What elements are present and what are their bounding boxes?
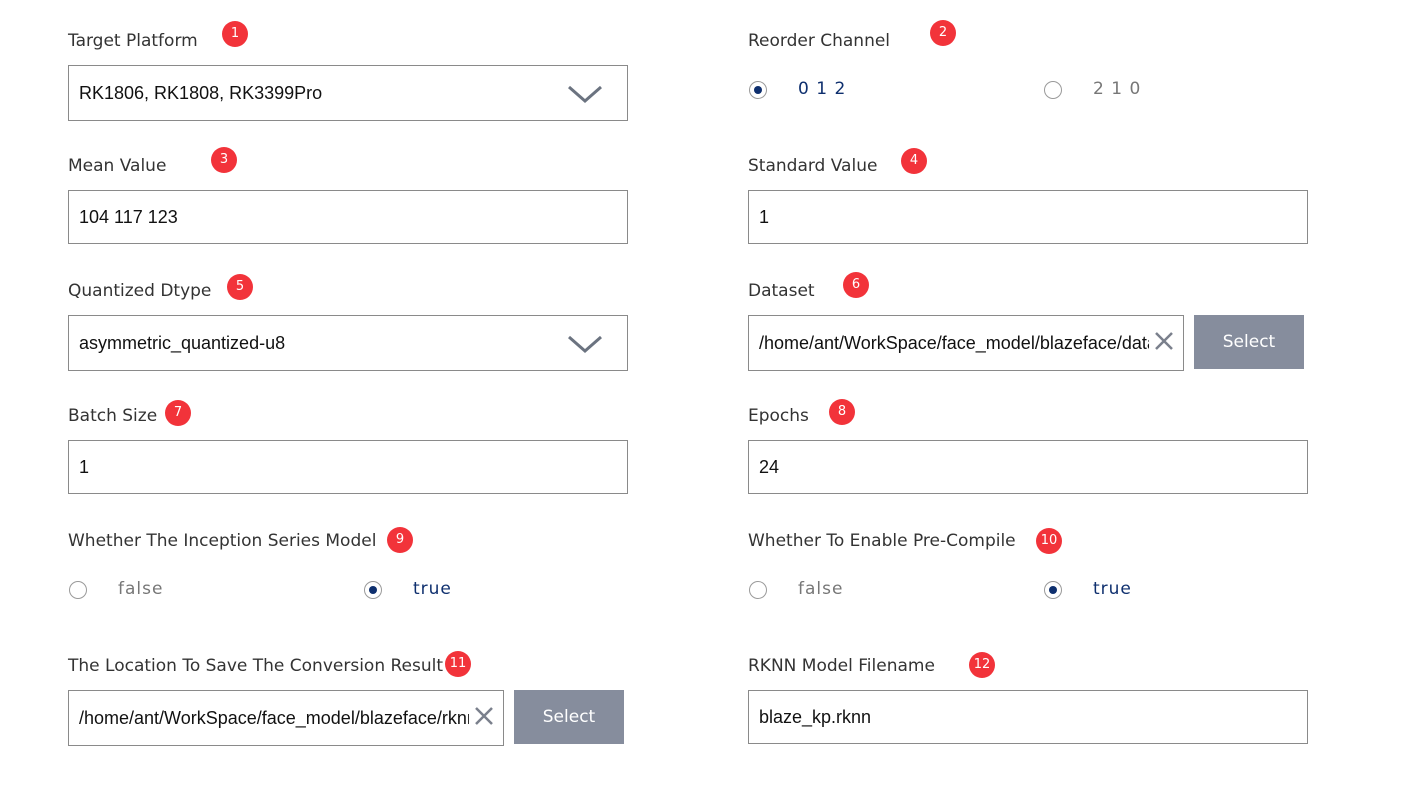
rknn-filename-label: RKNN Model Filename — [748, 656, 935, 676]
badge-1: 1 — [222, 21, 248, 47]
badge-4: 4 — [901, 148, 927, 174]
reorder-210-label[interactable]: 2 1 0 — [1093, 79, 1141, 99]
save-location-input[interactable]: /home/ant/WorkSpace/face_model/blazeface… — [68, 690, 504, 746]
reorder-012-label[interactable]: 0 1 2 — [798, 79, 846, 99]
badge-9: 9 — [387, 527, 413, 553]
epochs-text: 24 — [759, 456, 780, 477]
standard-value-label: Standard Value — [748, 156, 878, 176]
standard-value-input[interactable]: 1 — [748, 190, 1308, 244]
badge-2: 2 — [930, 20, 956, 46]
badge-12: 12 — [969, 652, 995, 678]
target-platform-value: RK1806, RK1808, RK3399Pro — [79, 82, 323, 103]
batch-size-label: Batch Size — [68, 406, 158, 426]
chevron-down-icon — [568, 85, 602, 103]
save-location-select-button[interactable]: Select — [514, 690, 624, 744]
inception-label: Whether The Inception Series Model — [68, 531, 377, 551]
precompile-false-label[interactable]: false — [798, 579, 843, 599]
precompile-label: Whether To Enable Pre-Compile — [748, 531, 1016, 551]
inception-true-radio[interactable] — [364, 581, 382, 599]
inception-false-radio[interactable] — [69, 581, 87, 599]
target-platform-label: Target Platform — [68, 31, 198, 51]
batch-size-text: 1 — [79, 456, 90, 477]
dataset-path: /home/ant/WorkSpace/face_model/blazeface… — [759, 332, 1149, 353]
precompile-true-radio[interactable] — [1044, 581, 1062, 599]
close-icon[interactable] — [1153, 330, 1175, 352]
rknn-filename-input[interactable]: blaze_kp.rknn — [748, 690, 1308, 744]
reorder-channel-label: Reorder Channel — [748, 31, 891, 51]
badge-10: 10 — [1036, 528, 1062, 554]
mean-value-label: Mean Value — [68, 156, 167, 176]
quantized-dtype-label: Quantized Dtype — [68, 281, 212, 301]
badge-5: 5 — [227, 274, 253, 300]
save-location-path: /home/ant/WorkSpace/face_model/blazeface… — [79, 707, 469, 728]
dataset-input[interactable]: /home/ant/WorkSpace/face_model/blazeface… — [748, 315, 1184, 371]
mean-value-input[interactable]: 104 117 123 — [68, 190, 628, 244]
quantized-dtype-value: asymmetric_quantized-u8 — [79, 332, 286, 353]
batch-size-input[interactable]: 1 — [68, 440, 628, 494]
chevron-down-icon — [568, 335, 602, 353]
rknn-filename-text: blaze_kp.rknn — [759, 706, 872, 727]
precompile-false-radio[interactable] — [749, 581, 767, 599]
save-location-label: The Location To Save The Conversion Resu… — [68, 656, 444, 676]
close-icon[interactable] — [473, 705, 495, 727]
dataset-label: Dataset — [748, 281, 815, 301]
precompile-true-label[interactable]: true — [1093, 579, 1132, 599]
inception-false-label[interactable]: false — [118, 579, 163, 599]
inception-true-label[interactable]: true — [413, 579, 452, 599]
badge-11: 11 — [445, 651, 471, 677]
target-platform-select[interactable]: RK1806, RK1808, RK3399Pro — [68, 65, 628, 121]
standard-value-text: 1 — [759, 206, 770, 227]
quantized-dtype-select[interactable]: asymmetric_quantized-u8 — [68, 315, 628, 371]
badge-8: 8 — [829, 399, 855, 425]
mean-value-text: 104 117 123 — [79, 206, 178, 227]
reorder-012-radio[interactable] — [749, 81, 767, 99]
reorder-210-radio[interactable] — [1044, 81, 1062, 99]
epochs-input[interactable]: 24 — [748, 440, 1308, 494]
epochs-label: Epochs — [748, 406, 809, 426]
badge-7: 7 — [165, 400, 191, 426]
dataset-select-button[interactable]: Select — [1194, 315, 1304, 369]
badge-6: 6 — [843, 272, 869, 298]
badge-3: 3 — [211, 147, 237, 173]
